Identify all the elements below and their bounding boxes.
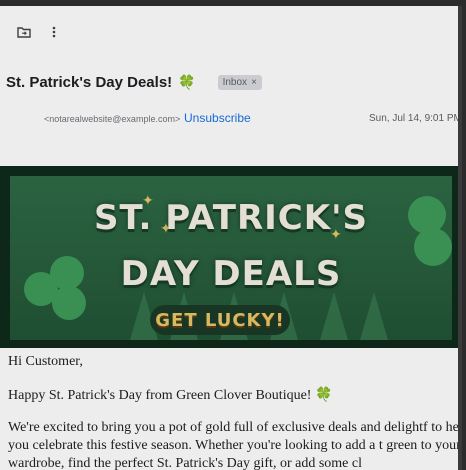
clover-emoji-icon: 🍀 xyxy=(178,74,196,90)
remove-label-icon[interactable]: × xyxy=(251,77,257,88)
email-view: St. Patrick's Day Deals! 🍀 Inbox × <nota… xyxy=(0,6,462,470)
tree-decoration xyxy=(320,292,348,340)
banner-title-line2: DAY DEALS xyxy=(120,254,342,294)
email-body: Hi Customer, Happy St. Patrick's Day fro… xyxy=(8,353,462,470)
body-paragraph: We're excited to bring you a pot of gold… xyxy=(8,420,462,470)
inbox-label-badge[interactable]: Inbox × xyxy=(217,75,262,90)
sender-address: <notarealwebsite@example.com> xyxy=(44,114,181,124)
more-options-button[interactable] xyxy=(46,24,62,40)
unsubscribe-link[interactable]: Unsubscribe xyxy=(184,111,251,125)
move-to-folder-button[interactable] xyxy=(16,24,32,40)
get-lucky-button[interactable]: GET LUCKY! xyxy=(150,305,290,335)
greeting: Hi Customer, xyxy=(8,354,83,369)
subject-row: St. Patrick's Day Deals! 🍀 Inbox × xyxy=(6,74,262,91)
email-date: Sun, Jul 14, 9:01 PM (1 d xyxy=(369,113,462,124)
email-subject: St. Patrick's Day Deals! xyxy=(6,74,173,91)
email-toolbar xyxy=(0,6,458,50)
intro-line: Happy St. Patrick's Day from Green Clove… xyxy=(8,387,458,405)
promo-banner[interactable]: ✦ ✦ ✦ ST. PATRICK'S DAY DEALS GET LUCKY! xyxy=(0,166,458,348)
get-lucky-label: GET LUCKY! xyxy=(155,309,285,331)
clover-emoji-icon: 🍀 xyxy=(314,388,333,403)
sender-row: <notarealwebsite@example.com> Unsubscrib… xyxy=(0,110,458,128)
tree-decoration xyxy=(360,292,388,340)
more-options-icon xyxy=(52,26,56,38)
move-to-folder-icon xyxy=(17,27,31,38)
intro-text: Happy St. Patrick's Day from Green Clove… xyxy=(8,388,312,403)
banner-title-line1: ST. PATRICK'S xyxy=(94,198,368,238)
inbox-label-text: Inbox xyxy=(222,77,248,88)
